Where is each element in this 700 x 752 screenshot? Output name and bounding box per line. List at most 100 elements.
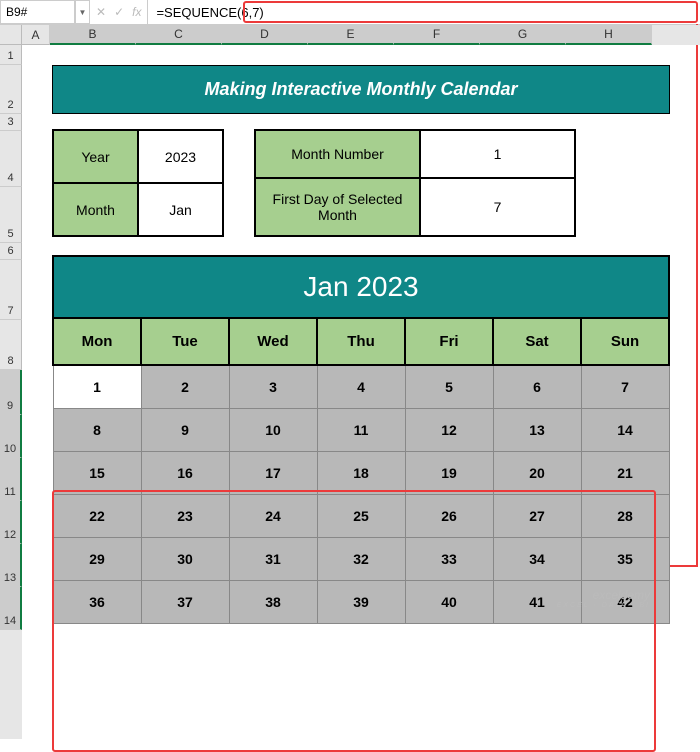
calendar-cell[interactable]: 26: [405, 495, 493, 538]
column-headers: A B C D E F G H: [22, 25, 700, 45]
row-head[interactable]: 7: [0, 260, 22, 320]
calendar-cell[interactable]: 29: [53, 538, 141, 581]
info-tables: Year2023 MonthJan Month Number1 First Da…: [52, 129, 670, 237]
calendar-cell[interactable]: 5: [405, 365, 493, 409]
row-headers: 1 2 3 4 5 6 7 8 9 10 11 12 13 14: [0, 25, 22, 739]
col-head[interactable]: A: [22, 25, 50, 45]
row-head[interactable]: 10: [0, 415, 22, 458]
sheet-area[interactable]: A B C D E F G H Making Interactive Month…: [22, 25, 700, 739]
row-head[interactable]: 8: [0, 320, 22, 370]
formula-input[interactable]: =SEQUENCE(6,7): [148, 0, 700, 24]
row-head[interactable]: 1: [0, 45, 22, 65]
year-label: Year: [53, 130, 138, 183]
row-head[interactable]: 3: [0, 114, 22, 131]
month-label: Month: [53, 183, 138, 236]
calendar-cell[interactable]: 30: [141, 538, 229, 581]
calendar-header-row: Mon Tue Wed Thu Fri Sat Sun: [53, 318, 669, 365]
col-head[interactable]: G: [480, 25, 566, 45]
day-header: Sun: [581, 318, 669, 365]
day-header: Fri: [405, 318, 493, 365]
col-head[interactable]: E: [308, 25, 394, 45]
name-box[interactable]: B9#: [0, 0, 75, 24]
calendar-cell[interactable]: 36: [53, 581, 141, 624]
calendar-cell[interactable]: 35: [581, 538, 669, 581]
calendar-cell[interactable]: 4: [317, 365, 405, 409]
row-head[interactable]: 4: [0, 131, 22, 187]
col-head[interactable]: C: [136, 25, 222, 45]
row-head[interactable]: 13: [0, 544, 22, 587]
calendar-cell[interactable]: 14: [581, 409, 669, 452]
col-head[interactable]: D: [222, 25, 308, 45]
content-area: Making Interactive Monthly Calendar Year…: [22, 65, 700, 624]
col-head[interactable]: B: [50, 25, 136, 45]
calendar-cell[interactable]: 38: [229, 581, 317, 624]
calendar-table: Mon Tue Wed Thu Fri Sat Sun 123456789101…: [52, 317, 670, 624]
row-head[interactable]: 5: [0, 187, 22, 243]
calendar-cell[interactable]: 27: [493, 495, 581, 538]
page-title: Making Interactive Monthly Calendar: [52, 65, 670, 114]
calendar-cell[interactable]: 31: [229, 538, 317, 581]
day-header: Thu: [317, 318, 405, 365]
calendar-cell[interactable]: 33: [405, 538, 493, 581]
month-number-label: Month Number: [255, 130, 420, 178]
day-header: Mon: [53, 318, 141, 365]
calendar-row: 1234567: [53, 365, 669, 409]
calendar-cell[interactable]: 24: [229, 495, 317, 538]
formula-bar-icons: ✕ ✓ fx: [90, 0, 148, 24]
calendar-cell[interactable]: 7: [581, 365, 669, 409]
select-all-corner[interactable]: [0, 25, 22, 45]
calendar-cell[interactable]: 8: [53, 409, 141, 452]
calendar-cell[interactable]: 17: [229, 452, 317, 495]
row-head[interactable]: 6: [0, 243, 22, 260]
month-info-table: Month Number1 First Day of Selected Mont…: [254, 129, 576, 237]
calendar-cell[interactable]: 3: [229, 365, 317, 409]
row-head[interactable]: 14: [0, 587, 22, 630]
calendar-cell[interactable]: 6: [493, 365, 581, 409]
day-header: Sat: [493, 318, 581, 365]
calendar-row: 22232425262728: [53, 495, 669, 538]
calendar-row: 29303132333435: [53, 538, 669, 581]
calendar-cell[interactable]: 9: [141, 409, 229, 452]
row-head[interactable]: 2: [0, 65, 22, 114]
check-icon[interactable]: ✓: [114, 5, 124, 19]
calendar-cell[interactable]: 10: [229, 409, 317, 452]
watermark: exceldemy EXCEL · DATA · BI: [557, 588, 650, 609]
calendar-title: Jan 2023: [52, 255, 670, 317]
row-head[interactable]: 12: [0, 501, 22, 544]
calendar-cell[interactable]: 22: [53, 495, 141, 538]
name-box-dropdown[interactable]: ▼: [75, 0, 90, 24]
calendar-cell[interactable]: 23: [141, 495, 229, 538]
day-header: Tue: [141, 318, 229, 365]
year-value[interactable]: 2023: [138, 130, 223, 183]
year-month-table: Year2023 MonthJan: [52, 129, 224, 237]
calendar-cell[interactable]: 12: [405, 409, 493, 452]
row-head[interactable]: 9: [0, 370, 22, 415]
calendar-cell[interactable]: 20: [493, 452, 581, 495]
row-head[interactable]: 11: [0, 458, 22, 501]
calendar-cell[interactable]: 40: [405, 581, 493, 624]
calendar-cell[interactable]: 39: [317, 581, 405, 624]
calendar-cell[interactable]: 1: [53, 365, 141, 409]
calendar-cell[interactable]: 19: [405, 452, 493, 495]
calendar-cell[interactable]: 32: [317, 538, 405, 581]
calendar-cell[interactable]: 34: [493, 538, 581, 581]
first-day-value: 7: [420, 178, 575, 236]
calendar-row: 15161718192021: [53, 452, 669, 495]
cancel-icon[interactable]: ✕: [96, 5, 106, 19]
col-head[interactable]: H: [566, 25, 652, 45]
calendar-cell[interactable]: 15: [53, 452, 141, 495]
day-header: Wed: [229, 318, 317, 365]
calendar-row: 891011121314: [53, 409, 669, 452]
calendar-cell[interactable]: 18: [317, 452, 405, 495]
calendar-cell[interactable]: 37: [141, 581, 229, 624]
calendar-cell[interactable]: 21: [581, 452, 669, 495]
calendar-cell[interactable]: 11: [317, 409, 405, 452]
month-value[interactable]: Jan: [138, 183, 223, 236]
col-head[interactable]: F: [394, 25, 480, 45]
calendar-cell[interactable]: 25: [317, 495, 405, 538]
calendar-cell[interactable]: 28: [581, 495, 669, 538]
fx-icon[interactable]: fx: [132, 5, 141, 19]
calendar-cell[interactable]: 16: [141, 452, 229, 495]
calendar-cell[interactable]: 2: [141, 365, 229, 409]
calendar-cell[interactable]: 13: [493, 409, 581, 452]
